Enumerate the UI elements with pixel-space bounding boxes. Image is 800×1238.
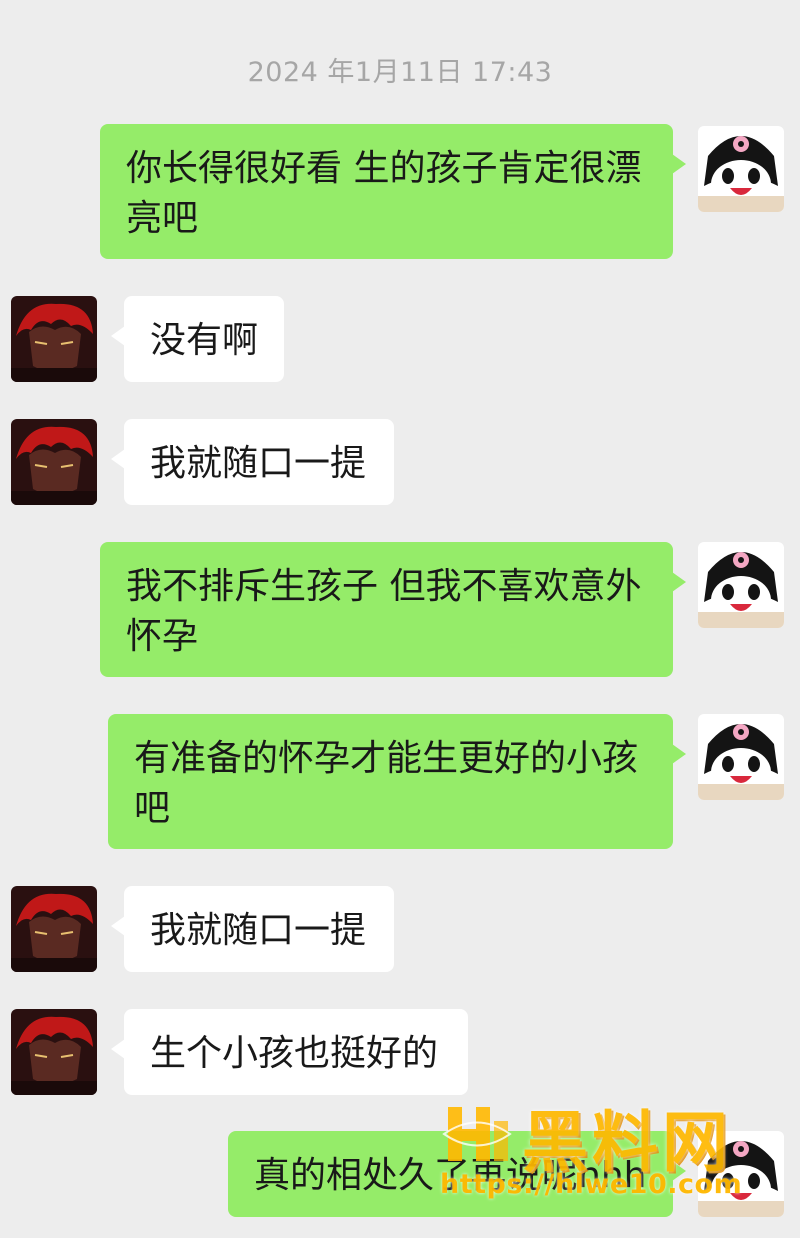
- message-bubble-incoming[interactable]: 没有啊: [111, 296, 284, 382]
- message-bubble-incoming[interactable]: 生个小孩也挺好的: [111, 1009, 468, 1095]
- chat-timestamp: 2024 年1月11日 17:43: [247, 57, 553, 88]
- my-avatar[interactable]: [698, 542, 784, 628]
- message-bubble-outgoing[interactable]: 你长得很好看 生的孩子肯定很漂亮吧: [100, 124, 686, 259]
- watermark-logo-icon: [442, 1107, 512, 1161]
- red-hair-avatar-icon: [11, 1009, 97, 1095]
- message-bubble-incoming[interactable]: 我就随口一提: [111, 886, 394, 972]
- my-avatar[interactable]: [698, 126, 784, 212]
- kuromi-avatar-icon: [698, 542, 784, 628]
- contact-avatar[interactable]: [11, 296, 97, 382]
- message-bubble-outgoing[interactable]: 我不排斥生孩子 但我不喜欢意外怀孕: [100, 542, 686, 677]
- contact-avatar[interactable]: [11, 886, 97, 972]
- red-hair-avatar-icon: [11, 296, 97, 382]
- red-hair-avatar-icon: [11, 886, 97, 972]
- message-bubble-incoming[interactable]: 我就随口一提: [111, 419, 394, 505]
- kuromi-avatar-icon: [698, 126, 784, 212]
- message-bubble-outgoing[interactable]: 有准备的怀孕才能生更好的小孩吧: [108, 714, 686, 849]
- contact-avatar[interactable]: [11, 419, 97, 505]
- my-avatar[interactable]: [698, 714, 784, 800]
- watermark-url: https://hlwe10.com: [440, 1169, 743, 1200]
- kuromi-avatar-icon: [698, 714, 784, 800]
- red-hair-avatar-icon: [11, 419, 97, 505]
- contact-avatar[interactable]: [11, 1009, 97, 1095]
- site-watermark: 黑料网 https://hlwe10.com: [438, 1095, 778, 1207]
